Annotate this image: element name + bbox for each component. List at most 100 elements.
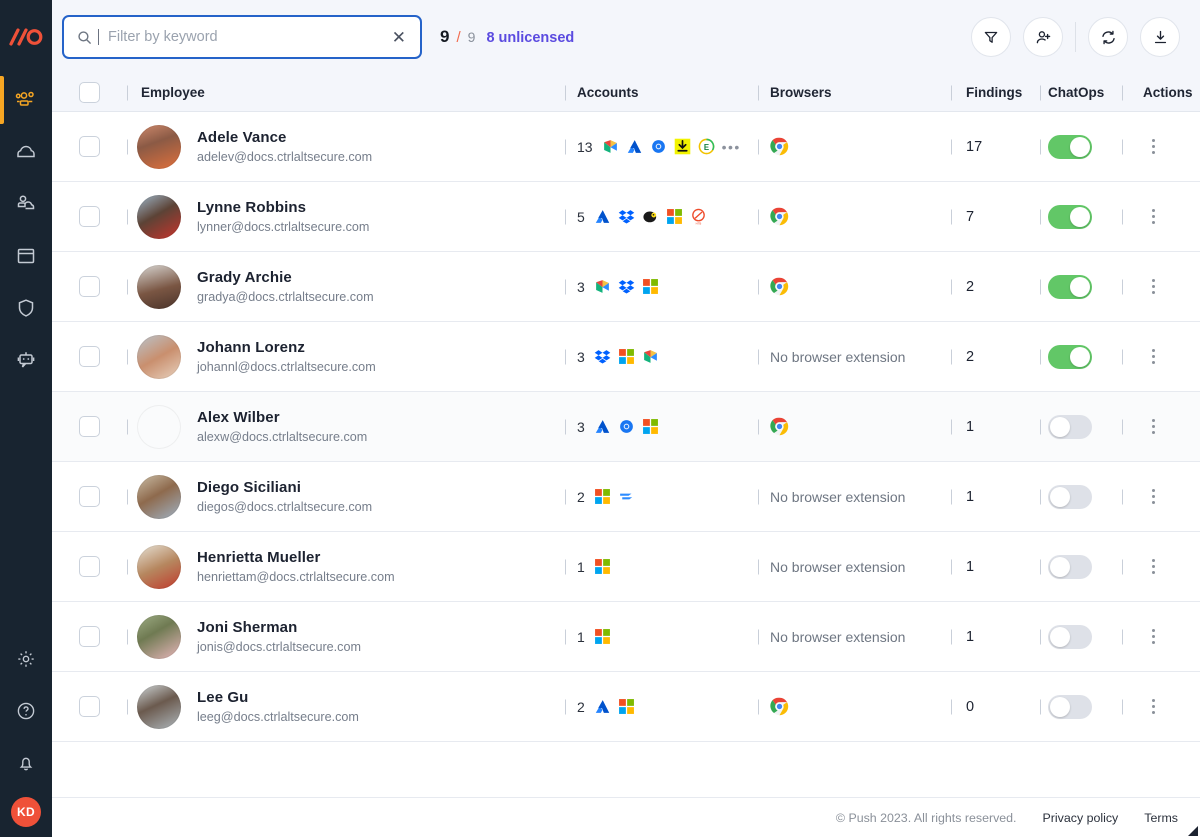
privacy-policy-link[interactable]: Privacy policy — [1043, 811, 1119, 825]
findings-cell[interactable]: 1 — [951, 489, 1040, 505]
accounts-cell[interactable]: 3 — [565, 278, 758, 295]
row-menu-button[interactable] — [1143, 417, 1163, 437]
row-checkbox[interactable] — [79, 346, 100, 367]
browsers-cell[interactable] — [758, 417, 951, 436]
accounts-cell[interactable]: 3 — [565, 418, 758, 435]
chatops-toggle[interactable] — [1048, 555, 1092, 579]
browsers-cell[interactable]: No browser extension — [758, 629, 951, 645]
user-avatar[interactable]: KD — [11, 797, 41, 827]
row-checkbox[interactable] — [79, 556, 100, 577]
chatops-toggle[interactable] — [1048, 205, 1092, 229]
findings-cell[interactable]: 17 — [951, 139, 1040, 155]
row-menu-button[interactable] — [1143, 697, 1163, 717]
employee-cell[interactable]: Henrietta Mueller henriettam@docs.ctrlal… — [127, 545, 565, 589]
select-all-checkbox[interactable] — [79, 82, 100, 103]
browsers-cell[interactable] — [758, 277, 951, 296]
chatops-toggle[interactable] — [1048, 415, 1092, 439]
row-menu-button[interactable] — [1143, 627, 1163, 647]
chatops-toggle[interactable] — [1048, 275, 1092, 299]
resize-handle[interactable] — [1186, 824, 1198, 836]
chatops-toggle[interactable] — [1048, 135, 1092, 159]
findings-cell[interactable]: 2 — [951, 279, 1040, 295]
employee-cell[interactable]: Diego Siciliani diegos@docs.ctrlaltsecur… — [127, 475, 565, 519]
download-button[interactable] — [1140, 17, 1180, 57]
sidebar-item-employees[interactable] — [0, 74, 52, 126]
sidebar-item-apps[interactable] — [0, 230, 52, 282]
browsers-cell[interactable]: No browser extension — [758, 489, 951, 505]
browsers-cell[interactable] — [758, 207, 951, 226]
sidebar-item-security[interactable] — [0, 282, 52, 334]
browsers-cell[interactable] — [758, 137, 951, 156]
unlicensed-link[interactable]: 8 unlicensed — [486, 30, 574, 46]
column-header-employee[interactable]: Employee — [127, 85, 565, 100]
browsers-cell[interactable]: No browser extension — [758, 559, 951, 575]
more-accounts-icon[interactable]: ••• — [722, 140, 741, 154]
row-menu-button[interactable] — [1143, 347, 1163, 367]
row-checkbox[interactable] — [79, 486, 100, 507]
row-menu-button[interactable] — [1143, 277, 1163, 297]
row-menu-button[interactable] — [1143, 557, 1163, 577]
column-header-accounts[interactable]: Accounts — [565, 85, 758, 100]
employee-cell[interactable]: Lynne Robbins lynner@docs.ctrlaltsecure.… — [127, 195, 565, 239]
accounts-cell[interactable]: 1 — [565, 558, 758, 575]
accounts-cell[interactable]: 1 — [565, 628, 758, 645]
column-header-browsers[interactable]: Browsers — [758, 85, 951, 100]
table-row[interactable]: Joni Sherman jonis@docs.ctrlaltsecure.co… — [52, 602, 1200, 672]
employee-cell[interactable]: Joni Sherman jonis@docs.ctrlaltsecure.co… — [127, 615, 565, 659]
accounts-cell[interactable]: 3 — [565, 348, 758, 365]
findings-cell[interactable]: 1 — [951, 629, 1040, 645]
table-row[interactable]: Diego Siciliani diegos@docs.ctrlaltsecur… — [52, 462, 1200, 532]
sidebar-item-help[interactable] — [0, 685, 52, 737]
row-checkbox[interactable] — [79, 696, 100, 717]
app-logo[interactable] — [0, 0, 52, 74]
search-box[interactable]: ✕ — [62, 15, 422, 59]
findings-cell[interactable]: 1 — [951, 419, 1040, 435]
table-row[interactable]: Alex Wilber alexw@docs.ctrlaltsecure.com… — [52, 392, 1200, 462]
chatops-toggle[interactable] — [1048, 485, 1092, 509]
terms-link[interactable]: Terms — [1144, 811, 1178, 825]
row-menu-button[interactable] — [1143, 487, 1163, 507]
chatops-toggle[interactable] — [1048, 345, 1092, 369]
table-row[interactable]: Lee Gu leeg@docs.ctrlaltsecure.com 2 0 — [52, 672, 1200, 742]
accounts-cell[interactable]: 2 — [565, 488, 758, 505]
table-row[interactable]: Adele Vance adelev@docs.ctrlaltsecure.co… — [52, 112, 1200, 182]
refresh-button[interactable] — [1088, 17, 1128, 57]
sidebar-item-chatops[interactable] — [0, 334, 52, 386]
findings-cell[interactable]: 7 — [951, 209, 1040, 225]
accounts-cell[interactable]: 5 HTB — [565, 208, 758, 225]
table-row[interactable]: Johann Lorenz johannl@docs.ctrlaltsecure… — [52, 322, 1200, 392]
findings-cell[interactable]: 0 — [951, 699, 1040, 715]
findings-cell[interactable]: 1 — [951, 559, 1040, 575]
employee-cell[interactable]: Adele Vance adelev@docs.ctrlaltsecure.co… — [127, 125, 565, 169]
employee-cell[interactable]: Johann Lorenz johannl@docs.ctrlaltsecure… — [127, 335, 565, 379]
sidebar-item-identity[interactable] — [0, 178, 52, 230]
employee-cell[interactable]: Alex Wilber alexw@docs.ctrlaltsecure.com — [127, 405, 565, 449]
table-row[interactable]: Lynne Robbins lynner@docs.ctrlaltsecure.… — [52, 182, 1200, 252]
chatops-toggle[interactable] — [1048, 695, 1092, 719]
row-checkbox[interactable] — [79, 206, 100, 227]
row-checkbox[interactable] — [79, 626, 100, 647]
row-menu-button[interactable] — [1143, 137, 1163, 157]
row-checkbox[interactable] — [79, 136, 100, 157]
row-checkbox[interactable] — [79, 416, 100, 437]
sidebar-item-notifications[interactable] — [0, 737, 52, 789]
sidebar-item-settings[interactable] — [0, 633, 52, 685]
browsers-cell[interactable]: No browser extension — [758, 349, 951, 365]
chatops-toggle[interactable] — [1048, 625, 1092, 649]
table-row[interactable]: Grady Archie gradya@docs.ctrlaltsecure.c… — [52, 252, 1200, 322]
accounts-cell[interactable]: 2 — [565, 698, 758, 715]
row-checkbox[interactable] — [79, 276, 100, 297]
table-row[interactable]: Henrietta Mueller henriettam@docs.ctrlal… — [52, 532, 1200, 602]
filter-button[interactable] — [971, 17, 1011, 57]
accounts-cell[interactable]: 13 E••• — [565, 138, 758, 155]
add-user-button[interactable] — [1023, 17, 1063, 57]
column-header-chatops[interactable]: ChatOps — [1040, 85, 1122, 100]
findings-cell[interactable]: 2 — [951, 349, 1040, 365]
row-menu-button[interactable] — [1143, 207, 1163, 227]
column-header-findings[interactable]: Findings — [951, 85, 1040, 100]
sidebar-item-cloud[interactable] — [0, 126, 52, 178]
employee-cell[interactable]: Grady Archie gradya@docs.ctrlaltsecure.c… — [127, 265, 565, 309]
browsers-cell[interactable] — [758, 697, 951, 716]
clear-search-icon[interactable]: ✕ — [390, 29, 408, 46]
search-input[interactable] — [108, 29, 381, 45]
